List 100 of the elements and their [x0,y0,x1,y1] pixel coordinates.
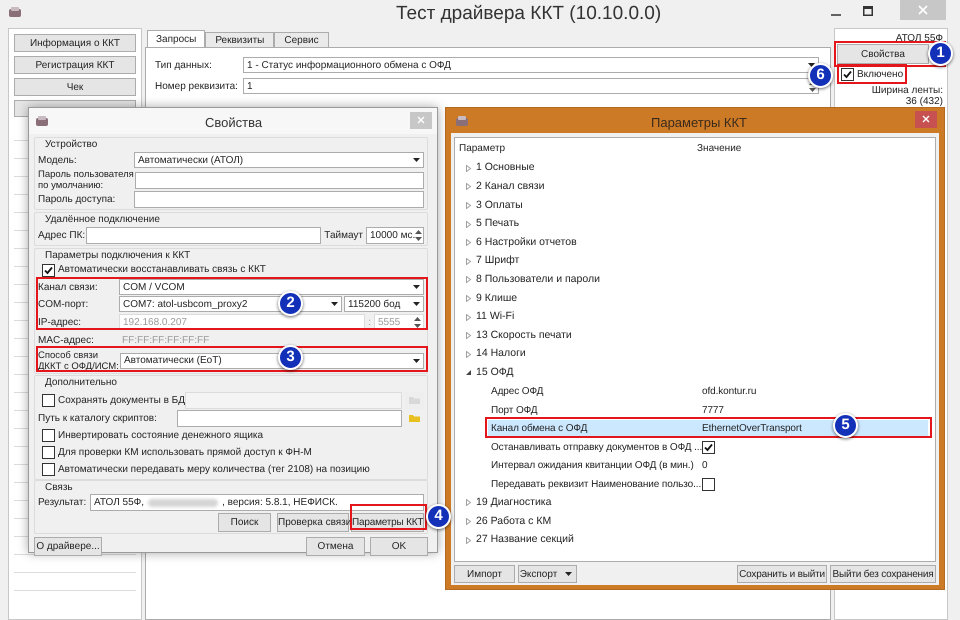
save-exit-button[interactable]: Сохранить и выйти [737,565,827,583]
checkbox[interactable] [42,446,55,459]
field-label: Модель: [38,154,78,168]
collapsed-arrow-icon[interactable] [465,499,472,506]
collapsed-arrow-icon[interactable] [465,536,472,544]
password-field[interactable] [134,191,424,208]
dialog-title: Свойства [205,114,262,132]
tab[interactable]: Запросы [147,30,206,47]
nav-button[interactable]: Информация о ККТ [14,34,136,52]
collapsed-arrow-icon[interactable] [465,220,472,228]
scripts-path-field[interactable] [177,410,402,427]
check-connection-button[interactable]: Проверка связи [277,513,349,532]
collapsed-arrow-icon[interactable] [465,202,472,209]
checkbox[interactable] [841,68,854,81]
tree-item[interactable]: 19 Диагностика [475,495,552,511]
tree-item[interactable]: 6 Настройки отчетов [475,234,578,251]
collapsed-arrow-icon[interactable] [465,183,472,190]
close-icon[interactable] [915,111,937,128]
checkbox-label: Инвертировать состояние денежного ящика [58,429,264,443]
caret-icon [413,302,420,306]
field-label: MAC-адрес: [38,334,95,348]
caret-icon [808,63,815,67]
properties-button[interactable]: Свойства [837,44,929,64]
app-icon [35,115,49,127]
parameter-value: 7777 [702,404,724,418]
ok-button[interactable]: OK [370,537,428,556]
maximize-icon[interactable] [863,6,873,16]
collapsed-arrow-icon[interactable] [465,276,472,284]
collapsed-arrow-icon[interactable] [465,164,472,172]
spin-arrows-icon [414,316,421,328]
parameter-name: Останавливать отправку документов в ОФД ... [491,440,702,455]
collapsed-arrow-icon[interactable] [465,518,472,526]
parameter-value: EthernetOverTransport [702,422,802,436]
caret-icon [413,358,420,362]
cancel-button[interactable]: Отмена [306,537,365,556]
group-legend: Удалённое подключение [38,213,424,226]
dialog-title: Параметры ККТ [651,114,747,132]
export-button[interactable]: Экспорт [518,565,577,583]
collapsed-arrow-icon[interactable] [465,350,472,358]
tree-item[interactable]: 5 Печать [475,216,520,232]
address-field[interactable] [86,226,322,244]
checkbox[interactable] [42,429,55,442]
tree-item[interactable]: 26 Работа с КМ [475,514,552,530]
app-icon [455,114,469,126]
group-legend: Устройство [38,138,424,151]
tree-item[interactable]: 15 ОФД [475,364,515,381]
tab[interactable]: Реквизиты [205,32,274,47]
search-button[interactable]: Поиск [218,513,271,532]
timeout-field[interactable]: 10000 мс. [366,226,424,244]
nav-button[interactable]: Чек [14,78,136,96]
tree-item[interactable]: 3 Оплаты [475,198,524,214]
parameter-name: Канал обмена с ОФД [491,422,588,436]
field-label: IP-адрес: [38,316,82,330]
checkbox[interactable] [702,478,715,491]
caret-icon [413,158,420,162]
field-label: COM-порт: [38,298,90,312]
exit-without-saving-button[interactable]: Выйти без сохранения [830,565,936,583]
channel-dropdown[interactable]: COM / VCOM [119,279,424,295]
field-label: Результат: [38,496,88,510]
expanded-arrow-icon[interactable] [465,369,472,376]
parameter-value: 0 [702,459,708,474]
import-button[interactable]: Импорт [454,565,515,583]
tree-item[interactable]: 1 Основные [475,160,536,176]
tree-item[interactable]: 7 Шрифт [475,253,520,270]
collapsed-arrow-icon[interactable] [465,332,472,340]
database-field[interactable] [185,392,402,409]
field-label: Тип данных: [155,58,213,72]
checkbox[interactable] [702,440,715,454]
window-title: Тест драйвера ККТ (10.10.0.0) [396,2,662,26]
checkbox[interactable] [42,394,55,407]
checkbox[interactable] [42,264,55,276]
nav-button[interactable]: Регистрация ККТ [14,56,136,74]
collapsed-arrow-icon[interactable] [465,258,472,265]
model-dropdown[interactable]: Автоматически (АТОЛ) [134,152,424,168]
collapsed-arrow-icon[interactable] [465,314,472,321]
parameter-name: Интервал ожидания квитанции ОФД (в мин.) [491,459,695,474]
collapsed-arrow-icon[interactable] [465,239,472,246]
tree-item[interactable]: 8 Пользователи и пароли [475,272,601,288]
collapsed-arrow-icon[interactable] [465,294,472,302]
about-button[interactable]: О драйвере... [34,537,102,556]
group-legend: Связь [38,481,424,494]
tree-item[interactable]: 2 Канал связи [475,179,546,195]
field-label: Путь к каталогу скриптов: [38,412,158,426]
caret-icon [413,285,420,289]
parameter-name: Передавать реквизит Наименование пользо... [491,478,702,492]
tree-item[interactable]: 9 Клише [475,290,518,306]
number-field[interactable]: 1 [243,78,819,94]
tree-item[interactable]: 27 Название секций [475,532,575,548]
tree-item[interactable]: 13 Скорость печати [475,328,573,344]
tape-width-value: 36 (432) [906,96,944,107]
mac-address: FF:FF:FF:FF:FF:FF [121,334,210,348]
checkbox[interactable] [42,463,55,476]
tree-item[interactable]: 14 Налоги [475,346,527,362]
baud-dropdown[interactable]: 115200 бод [344,296,424,312]
tree-item[interactable]: 11 Wi-Fi [475,309,516,325]
password-field[interactable] [135,172,424,188]
field-label: Номер реквизита: [155,80,239,94]
tab[interactable]: Сервис [274,32,329,47]
column-header: Параметр [458,142,506,156]
spin-arrows-icon [809,80,816,92]
